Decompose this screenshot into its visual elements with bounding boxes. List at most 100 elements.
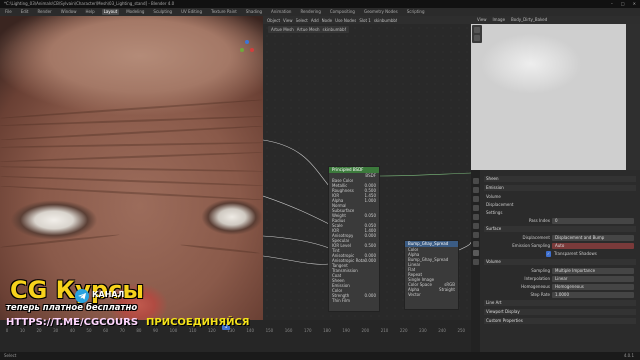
properties-row[interactable]: Transparent Shadows ✓ [484, 251, 636, 257]
properties-row[interactable]: Volume [484, 194, 636, 200]
socket-value: Straight [439, 287, 455, 292]
properties-label: Volume [486, 194, 501, 199]
properties-value[interactable]: 0 [552, 218, 634, 224]
properties-value[interactable]: 1.0000 [552, 292, 634, 298]
properties-label: Sampling [531, 268, 550, 273]
properties-row[interactable]: Homogeneous Homogeneous [484, 284, 636, 290]
close-button[interactable]: ✕ [633, 0, 636, 8]
properties-value[interactable]: Homogeneous [552, 284, 634, 290]
properties-value[interactable]: Multiple Importance [552, 268, 634, 274]
workspace-tab-sculpting[interactable]: Sculpting [151, 9, 174, 15]
properties-row[interactable]: Settings [484, 210, 636, 216]
workspace-tab-modeling[interactable]: Modeling [124, 9, 146, 15]
maximize-button[interactable]: □ [621, 0, 625, 8]
properties-label: Displacement [522, 235, 551, 240]
workspace-tab-layout[interactable]: Layout [101, 9, 120, 15]
properties-tab-icon[interactable] [472, 178, 479, 184]
properties-row[interactable]: Surface [484, 226, 636, 232]
properties-tab-icon[interactable] [472, 241, 479, 247]
timeline-tick: 250 [457, 328, 466, 333]
window-titlebar: *C:\Lighting_03\Animals\CB\Sylvain\Chara… [0, 0, 640, 8]
socket-value: 0.500 [364, 243, 376, 248]
properties-row[interactable]: Volume [484, 259, 636, 265]
properties-label: Custom Properties [486, 318, 523, 323]
properties-label: Interpolation [524, 276, 550, 281]
workspace-tab-render[interactable]: Render [35, 9, 53, 15]
workspace-tab-window[interactable]: Window [59, 9, 79, 15]
properties-label: Volume [486, 259, 501, 264]
workspace-tab-edit[interactable]: Edit [19, 9, 31, 15]
node-socket-row[interactable]: Thin Film [329, 298, 379, 303]
properties-tab-icon[interactable] [472, 205, 479, 211]
properties-row[interactable]: Pass Index 0 [484, 218, 636, 224]
workspace-tab-animation[interactable]: Animation [269, 9, 293, 15]
image-sidebar [626, 24, 640, 170]
properties-row[interactable]: Line Art [484, 300, 636, 306]
image-editor-menu-item[interactable]: Body_Dirty_Baked [511, 17, 547, 22]
workspace-tab-uv-editing[interactable]: UV Editing [179, 9, 204, 15]
workspace-tab-compositing[interactable]: Compositing [328, 9, 357, 15]
properties-tab-icon[interactable] [472, 196, 479, 202]
navigation-gizmo-icon[interactable] [237, 38, 257, 58]
properties-label: Emission [486, 185, 504, 190]
minimize-button[interactable]: – [611, 0, 613, 8]
properties-row[interactable]: Displacement Displacement and Bump [484, 235, 636, 241]
pen-icon-2[interactable] [474, 35, 480, 41]
properties-row[interactable]: Emission [484, 185, 636, 191]
properties-tab-icon[interactable] [472, 187, 479, 193]
properties-tab-icon[interactable] [472, 250, 479, 256]
properties-tab-icon[interactable] [472, 232, 479, 238]
image-texture-node[interactable]: Bump_Ghay_Spread Color Alpha Bump_Ghay_Spr… [404, 240, 459, 310]
properties-row[interactable]: Sampling Multiple Importance [484, 268, 636, 274]
node-socket-row[interactable]: Vector [405, 292, 458, 297]
workspace-tab-file[interactable]: File [3, 9, 14, 15]
telegram-icon [75, 289, 89, 303]
properties-tabs [471, 170, 480, 360]
workspace-tab-geometry-nodes[interactable]: Geometry Nodes [362, 9, 400, 15]
properties-label: Viewport Display [486, 309, 520, 314]
properties-tab-icon[interactable] [472, 223, 479, 229]
image-editor-menu-item[interactable]: Image [493, 17, 506, 22]
properties-row[interactable]: Emission Sampling Auto [484, 243, 636, 249]
socket-label: Thin Film [332, 298, 351, 303]
promo-join: ПРИСОЕДИНЯЙСЯ [146, 317, 250, 328]
properties-label: Pass Index [528, 218, 550, 223]
checkbox[interactable]: ✓ [546, 251, 551, 257]
pen-icon[interactable] [474, 27, 480, 33]
properties-row[interactable]: Interpolation Linear [484, 276, 636, 282]
properties-label: Homogeneous [521, 284, 550, 289]
workspace-tab-rendering[interactable]: Rendering [298, 9, 322, 15]
timeline-tick: 240 [438, 328, 446, 333]
timeline-tick: 190 [342, 328, 350, 333]
promo-url[interactable]: HTTPS://T.ME/CGCOURS [6, 317, 138, 328]
socket-value: 0.000 [364, 293, 376, 298]
properties-row[interactable]: Step Rate 1.0000 [484, 292, 636, 298]
image-editor-menu-item[interactable]: View [477, 17, 487, 22]
workspace-tab-scripting[interactable]: Scripting [405, 9, 427, 15]
properties-tab-icon[interactable] [472, 259, 479, 265]
properties-label: Settings [486, 210, 503, 215]
timeline-tick: 210 [380, 328, 389, 333]
promo-overlay: CG Курсы КАНАЛ теперь платное бесплатно … [4, 276, 304, 356]
socket-label: Vector [408, 292, 421, 297]
workspace-tab-shading[interactable]: Shading [244, 9, 264, 15]
timeline-tick: 200 [361, 328, 370, 333]
principled-bsdf-node[interactable]: Principled BSDF BSDF Base Color Metallic 0… [328, 166, 380, 312]
properties-label: Line Art [486, 300, 502, 305]
properties-row[interactable]: Viewport Display [484, 309, 636, 315]
properties-label: Step Rate [530, 292, 550, 297]
window-title: *C:\Lighting_03\Animals\CB\Sylvain\Chara… [4, 1, 175, 6]
properties-label: Transparent Shadows [554, 251, 597, 256]
properties-value[interactable]: Displacement and Bump [552, 235, 634, 241]
image-canvas[interactable] [471, 24, 626, 170]
3d-viewport[interactable] [0, 16, 263, 320]
properties-value[interactable]: Linear [552, 276, 634, 282]
workspace-tab-texture-paint[interactable]: Texture Paint [209, 9, 239, 15]
workspace-tab-help[interactable]: Help [83, 9, 96, 15]
promo-subtitle: теперь платное бесплатно [6, 303, 138, 313]
properties-row[interactable]: Custom Properties [484, 318, 636, 324]
properties-tab-icon[interactable] [472, 214, 479, 220]
properties-row[interactable]: Displacement [484, 202, 636, 208]
properties-row[interactable]: Sheen [484, 176, 636, 182]
properties-value[interactable]: Auto [552, 243, 634, 249]
